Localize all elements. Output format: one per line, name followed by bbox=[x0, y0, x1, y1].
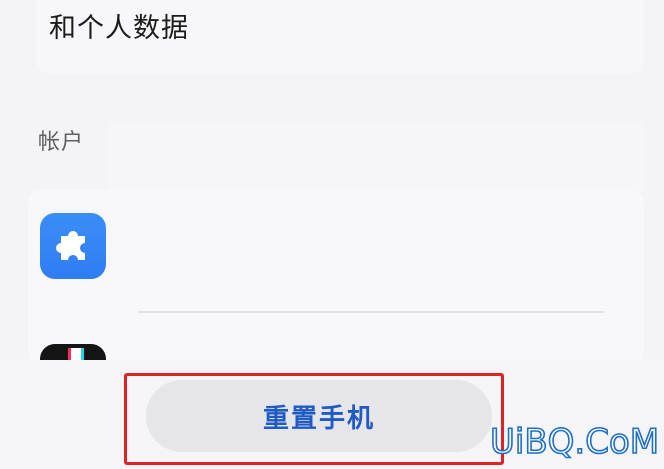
settings-screen: 和个人数据 帐户 重置手机 UiBQ.CoM bbox=[0, 0, 664, 469]
reset-phone-button[interactable]: 重置手机 bbox=[146, 380, 492, 452]
settings-item-label: 和个人数据 bbox=[49, 13, 189, 44]
section-header-band bbox=[108, 122, 644, 192]
accounts-list bbox=[28, 190, 644, 365]
note-glyph bbox=[68, 348, 84, 360]
section-header-accounts: 帐户 bbox=[38, 130, 85, 155]
list-divider bbox=[138, 311, 604, 313]
puzzle-glyph bbox=[56, 231, 85, 260]
watermark-text: UiBQ.CoM bbox=[489, 421, 660, 463]
puzzle-icon[interactable] bbox=[40, 213, 106, 279]
settings-item-personal-data[interactable]: 和个人数据 bbox=[36, 0, 644, 74]
